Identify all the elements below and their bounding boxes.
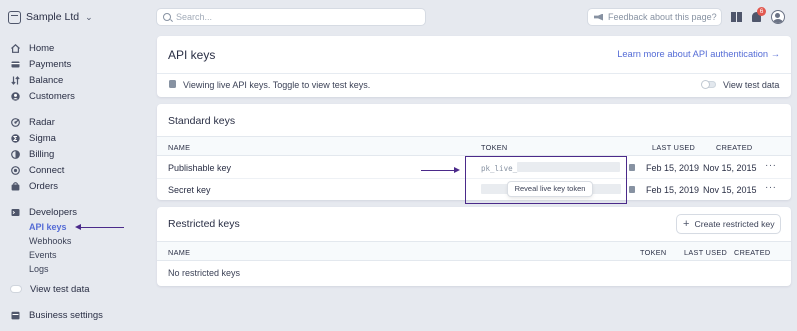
sidebar-item-customers[interactable]: Customers <box>11 90 75 102</box>
sidebar-subitem-events[interactable]: Events <box>29 250 57 261</box>
customers-icon <box>11 91 20 101</box>
notifications-bell-icon[interactable]: 6 <box>752 7 766 22</box>
column-header-token: TOKEN <box>640 248 667 257</box>
key-name: Publishable key <box>168 163 232 173</box>
sidebar-item-label: Payments <box>29 58 72 70</box>
empty-state-text: No restricted keys <box>168 268 241 278</box>
chevron-down-icon: ⌄ <box>85 11 93 22</box>
sidebar-item-label: Orders <box>29 180 59 192</box>
sidebar-item-orders[interactable]: Orders <box>11 180 58 192</box>
account-logo-icon <box>8 10 21 24</box>
table-header: NAME TOKEN LAST USED CREATED <box>157 136 791 156</box>
notification-badge: 6 <box>757 7 766 16</box>
lock-icon <box>629 164 635 171</box>
created: Nov 15, 2015 <box>703 163 757 173</box>
annotation-arrow-left <box>75 224 124 230</box>
column-header-last-used: LAST USED <box>652 143 696 152</box>
sidebar-item-label: Home <box>29 42 55 54</box>
sigma-icon <box>11 133 20 143</box>
user-avatar-icon[interactable] <box>771 10 785 24</box>
arrow-head <box>75 224 81 230</box>
column-header-created: CREATED <box>734 248 771 257</box>
sidebar-item-label: Balance <box>29 74 64 86</box>
orders-icon <box>11 181 20 191</box>
radar-icon <box>11 117 20 127</box>
sidebar-subitem-api-keys[interactable]: API keys <box>29 222 67 233</box>
search-icon <box>163 13 171 21</box>
reveal-token-tooltip: Reveal live key token <box>508 182 592 196</box>
payments-icon <box>11 60 20 69</box>
sidebar-subitem-logs[interactable]: Logs <box>29 264 49 275</box>
account-name: Sample Ltd <box>26 11 80 23</box>
section-title: Standard keys <box>168 115 236 127</box>
sidebar-item-balance[interactable]: Balance <box>11 74 63 86</box>
sidebar-item-label: Customers <box>29 90 75 102</box>
sidebar-item-payments[interactable]: Payments <box>11 58 71 70</box>
info-message: Viewing live API keys. Toggle to view te… <box>183 80 371 90</box>
create-restricted-key-button[interactable]: + Create restricted key <box>677 215 780 233</box>
more-actions-icon[interactable]: ··· <box>765 160 777 171</box>
feedback-button[interactable]: Feedback about this page? <box>588 9 721 25</box>
sidebar-item-label: Radar <box>29 116 55 128</box>
settings-icon <box>11 311 20 320</box>
lock-icon <box>629 186 635 193</box>
account-switcher[interactable]: Sample Ltd ⌄ <box>8 9 93 25</box>
sidebar-subitem-webhooks[interactable]: Webhooks <box>29 236 71 247</box>
api-keys-panel: API keys Learn more about API authentica… <box>157 36 791 97</box>
home-icon <box>11 43 20 53</box>
column-header-token: TOKEN <box>481 143 508 152</box>
sidebar-item-sigma[interactable]: Sigma <box>11 132 56 144</box>
feedback-label: Feedback about this page? <box>608 12 717 22</box>
sidebar-item-label: Connect <box>29 164 65 176</box>
sidebar-item-label: View test data <box>30 283 90 295</box>
annotation-arrow-right <box>421 167 460 173</box>
search-input[interactable]: Search... <box>157 9 425 25</box>
last-used: Feb 15, 2019 <box>646 163 700 173</box>
more-actions-icon[interactable]: ··· <box>765 182 777 193</box>
sidebar-item-connect[interactable]: Connect <box>11 164 64 176</box>
column-header-created: CREATED <box>716 143 753 152</box>
column-header-name: NAME <box>168 248 191 257</box>
key-name: Secret key <box>168 185 211 195</box>
info-icon <box>169 80 176 88</box>
table-header: NAME TOKEN LAST USED CREATED <box>157 241 791 261</box>
sidebar-item-label: Billing <box>29 148 55 160</box>
sidebar-item-billing[interactable]: Billing <box>11 148 54 160</box>
docs-book-icon[interactable] <box>731 12 742 22</box>
sidebar-item-label: Sigma <box>29 132 56 144</box>
view-test-data-toggle[interactable] <box>702 81 716 88</box>
create-button-label: Create restricted key <box>694 219 775 229</box>
restricted-keys-panel: Restricted keys + Create restricted key … <box>157 207 791 286</box>
search-placeholder: Search... <box>176 12 213 22</box>
toggle-switch-icon <box>11 286 21 292</box>
plus-icon: + <box>683 217 690 230</box>
sidebar-item-developers[interactable]: Developers <box>11 206 77 218</box>
billing-icon <box>11 149 20 159</box>
sidebar-item-radar[interactable]: Radar <box>11 116 55 128</box>
last-used: Feb 15, 2019 <box>646 185 700 195</box>
learn-more-link[interactable]: Learn more about API authentication → <box>617 49 780 59</box>
sidebar-item-home[interactable]: Home <box>11 42 54 54</box>
column-header-last-used: LAST USED <box>684 248 728 257</box>
balance-icon <box>11 75 20 85</box>
toggle-label: View test data <box>723 80 780 90</box>
annotation-highlight-box <box>465 156 627 204</box>
sidebar-item-label: Business settings <box>29 309 103 321</box>
sidebar-view-test-data-toggle[interactable]: View test data <box>11 283 90 295</box>
page-title: API keys <box>168 48 216 62</box>
arrow-head <box>454 167 460 173</box>
sidebar-item-label: Developers <box>29 206 78 218</box>
megaphone-icon <box>594 13 603 21</box>
column-header-name: NAME <box>168 143 191 152</box>
sidebar-item-business-settings[interactable]: Business settings <box>11 309 103 321</box>
developers-icon <box>11 208 20 217</box>
connect-icon <box>11 165 20 175</box>
divider <box>157 73 791 74</box>
section-title: Restricted keys <box>168 218 240 230</box>
created: Nov 15, 2015 <box>703 185 757 195</box>
